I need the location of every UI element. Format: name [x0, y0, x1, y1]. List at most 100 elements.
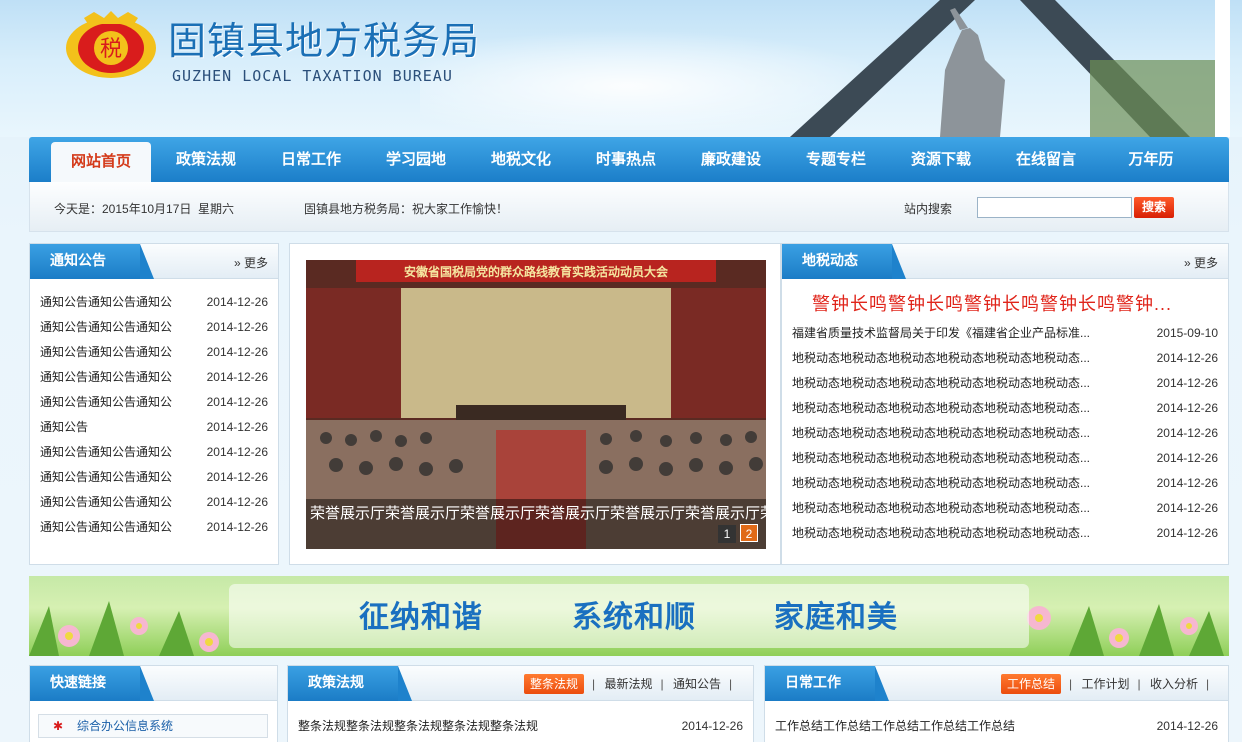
- notice-list: 通知公告通知公告通知公 2014-12-26 通知公告通知公告通知公 2014-12…: [40, 290, 268, 540]
- list-item[interactable]: 通知公告通知公告通知公 2014-12-26: [40, 390, 268, 415]
- list-item[interactable]: 通知公告通知公告通知公 2014-12-26: [40, 490, 268, 515]
- nav-daily-work[interactable]: 日常工作: [261, 137, 361, 182]
- news-panel: 地税动态 » 更多 警钟长鸣警钟长鸣警钟长鸣警钟长鸣警钟... 福建省质量技术监…: [781, 243, 1229, 565]
- notice-title: 通知公告: [30, 244, 154, 279]
- policy-tab-1[interactable]: 整条法规: [524, 674, 585, 694]
- tax-emblem-icon[interactable]: 税: [64, 10, 158, 80]
- quicklink-oa-system[interactable]: ✱ 综合办公信息系统: [38, 714, 268, 738]
- daily-tab-1[interactable]: 工作总结: [1001, 674, 1062, 694]
- daily-tab-3[interactable]: 收入分析: [1150, 677, 1198, 691]
- list-item[interactable]: 通知公告通知公告通知公 2014-12-26: [40, 315, 268, 340]
- list-item[interactable]: 通知公告通知公告通知公 2014-12-26: [40, 515, 268, 540]
- item-title: 工作总结工作总结工作总结工作总结工作总结: [775, 719, 1016, 733]
- site-header: 税 固镇县地方税务局 GUZHEN LOCAL TAXATION BUREAU: [0, 0, 1242, 137]
- current-weekday: 星期六: [198, 202, 235, 216]
- item-title: 地税动态地税动态地税动态地税动态地税动态地税动态...: [792, 451, 1091, 465]
- nav-hot-topics[interactable]: 时事热点: [576, 137, 676, 182]
- monument-image: [790, 0, 1230, 137]
- policy-tab-3[interactable]: 通知公告: [673, 677, 721, 691]
- news-header: 地税动态 » 更多: [782, 244, 1228, 279]
- list-item[interactable]: 地税动态地税动态地税动态地税动态地税动态地税动态... 2014-12-26: [792, 496, 1218, 521]
- daily-tab-2[interactable]: 工作计划: [1081, 677, 1129, 691]
- list-item[interactable]: 通知公告通知公告通知公 2014-12-26: [40, 365, 268, 390]
- slider-banner-text: 安徽省国税局党的群众路线教育实践活动动员大会: [404, 264, 669, 279]
- policy-list: 整条法规整条法规整条法规整条法规整条法规 2014-12-26: [298, 714, 743, 739]
- news-headline[interactable]: 警钟长鸣警钟长鸣警钟长鸣警钟长鸣警钟...: [812, 290, 1172, 316]
- item-title: 地税动态地税动态地税动态地税动态地税动态地税动态...: [792, 501, 1091, 515]
- list-item[interactable]: 通知公告 2014-12-26: [40, 415, 268, 440]
- nav-calendar[interactable]: 万年历: [1101, 137, 1201, 182]
- list-item[interactable]: 地税动态地税动态地税动态地税动态地税动态地税动态... 2014-12-26: [792, 471, 1218, 496]
- news-more-link[interactable]: » 更多: [1184, 254, 1218, 271]
- list-item[interactable]: 地税动态地税动态地税动态地税动态地税动态地税动态... 2014-12-26: [792, 371, 1218, 396]
- nav-study[interactable]: 学习园地: [366, 137, 466, 182]
- nav-special[interactable]: 专题专栏: [786, 137, 886, 182]
- nav-culture[interactable]: 地税文化: [471, 137, 571, 182]
- item-date: 2014-12-26: [1156, 426, 1218, 440]
- list-item[interactable]: 地税动态地税动态地税动态地税动态地税动态地税动态... 2014-12-26: [792, 521, 1218, 546]
- list-item[interactable]: 地税动态地税动态地税动态地税动态地税动态地税动态... 2014-12-26: [792, 446, 1218, 471]
- notice-more-label: 更多: [243, 256, 268, 270]
- item-date: 2014-12-26: [1156, 376, 1218, 390]
- item-title: 地税动态地税动态地税动态地税动态地税动态地税动态...: [792, 401, 1091, 415]
- slider-page-2[interactable]: 2: [740, 524, 758, 542]
- list-item[interactable]: 福建省质量技术监督局关于印发《福建省企业产品标准... 2015-09-10: [792, 321, 1218, 346]
- daily-title: 日常工作: [765, 666, 889, 701]
- item-date: 2014-12-26: [206, 495, 268, 509]
- policy-tab-2[interactable]: 最新法规: [604, 677, 652, 691]
- policy-tabs: 整条法规 | 最新法规 | 通知公告 |: [524, 674, 738, 694]
- star-icon: ✱: [53, 719, 64, 733]
- item-date: 2014-12-26: [206, 420, 268, 434]
- item-title: 地税动态地税动态地税动态地税动态地税动态地税动态...: [792, 526, 1091, 540]
- item-date: 2014-12-26: [206, 470, 268, 484]
- current-date: 今天是：2015年10月17日: [54, 202, 192, 216]
- item-date: 2014-12-26: [1156, 476, 1218, 490]
- slider-photo[interactable]: 安徽省国税局党的群众路线教育实践活动动员大会 荣誉展示厅荣誉展示厅荣誉展示厅荣誉…: [306, 260, 766, 549]
- slogan-3: 家庭和美: [774, 600, 898, 635]
- policy-header: 政策法规 整条法规 | 最新法规 | 通知公告 |: [288, 666, 753, 701]
- nav-policy[interactable]: 政策法规: [156, 137, 256, 182]
- item-date: 2014-12-26: [206, 445, 268, 459]
- nav-home[interactable]: 网站首页: [51, 142, 151, 182]
- slogan-banner: 征纳和谐 系统和顺 家庭和美: [29, 576, 1229, 656]
- nav-integrity[interactable]: 廉政建设: [681, 137, 781, 182]
- item-date: 2014-12-26: [206, 395, 268, 409]
- item-date: 2014-12-26: [681, 719, 743, 733]
- item-date: 2014-12-26: [1156, 451, 1218, 465]
- list-item[interactable]: 整条法规整条法规整条法规整条法规整条法规 2014-12-26: [298, 714, 743, 739]
- news-list: 福建省质量技术监督局关于印发《福建省企业产品标准... 2015-09-10 地税…: [792, 321, 1218, 546]
- notice-panel: 通知公告 » 更多 通知公告通知公告通知公 2014-12-26 通知公告通知公告…: [29, 243, 279, 565]
- nav-message[interactable]: 在线留言: [996, 137, 1096, 182]
- quicklinks-header: 快速链接: [30, 666, 277, 701]
- emblem-glyph: 税: [100, 37, 122, 62]
- quicklink-label: 综合办公信息系统: [77, 719, 174, 733]
- double-chevron-icon: »: [1183, 256, 1191, 270]
- search-button[interactable]: 搜索: [1134, 197, 1174, 218]
- slider-caption[interactable]: 荣誉展示厅荣誉展示厅荣誉展示厅荣誉展示厅荣誉展示厅荣誉展示厅荣誉展示厅荣: [306, 499, 766, 549]
- list-item[interactable]: 通知公告通知公告通知公 2014-12-26: [40, 340, 268, 365]
- daily-tabs: 工作总结 | 工作计划 | 收入分析 |: [1001, 674, 1215, 694]
- item-date: 2014-12-26: [206, 370, 268, 384]
- list-item[interactable]: 地税动态地税动态地税动态地税动态地税动态地税动态... 2014-12-26: [792, 346, 1218, 371]
- quicklinks-panel: 快速链接 ✱ 综合办公信息系统: [29, 665, 278, 742]
- list-item[interactable]: 通知公告通知公告通知公 2014-12-26: [40, 290, 268, 315]
- list-item[interactable]: 工作总结工作总结工作总结工作总结工作总结 2014-12-26: [775, 714, 1218, 739]
- nav-downloads[interactable]: 资源下载: [891, 137, 991, 182]
- item-date: 2014-12-26: [1156, 351, 1218, 365]
- search-input[interactable]: [977, 197, 1132, 218]
- list-item[interactable]: 地税动态地税动态地税动态地税动态地税动态地税动态... 2014-12-26: [792, 396, 1218, 421]
- news-title: 地税动态: [782, 244, 906, 279]
- site-subtitle: GUZHEN LOCAL TAXATION BUREAU: [172, 67, 453, 85]
- slider-page-1[interactable]: 1: [718, 525, 736, 543]
- policy-panel: 政策法规 整条法规 | 最新法规 | 通知公告 | 整条法规整条法规整条法规整条法规整…: [287, 665, 754, 742]
- item-date: 2014-12-26: [1156, 526, 1218, 540]
- search-label: 站内搜索: [904, 202, 953, 216]
- list-item[interactable]: 地税动态地税动态地税动态地税动态地税动态地税动态... 2014-12-26: [792, 421, 1218, 446]
- list-item[interactable]: 通知公告通知公告通知公 2014-12-26: [40, 465, 268, 490]
- daily-panel: 日常工作 工作总结 | 工作计划 | 收入分析 | 工作总结工作总结工作总结工作总结工…: [764, 665, 1229, 742]
- item-date: 2014-12-26: [1156, 719, 1218, 733]
- daily-header: 日常工作 工作总结 | 工作计划 | 收入分析 |: [765, 666, 1228, 701]
- site-title: 固镇县地方税务局: [168, 19, 481, 63]
- list-item[interactable]: 通知公告通知公告通知公 2014-12-26: [40, 440, 268, 465]
- notice-more-link[interactable]: » 更多: [234, 254, 268, 271]
